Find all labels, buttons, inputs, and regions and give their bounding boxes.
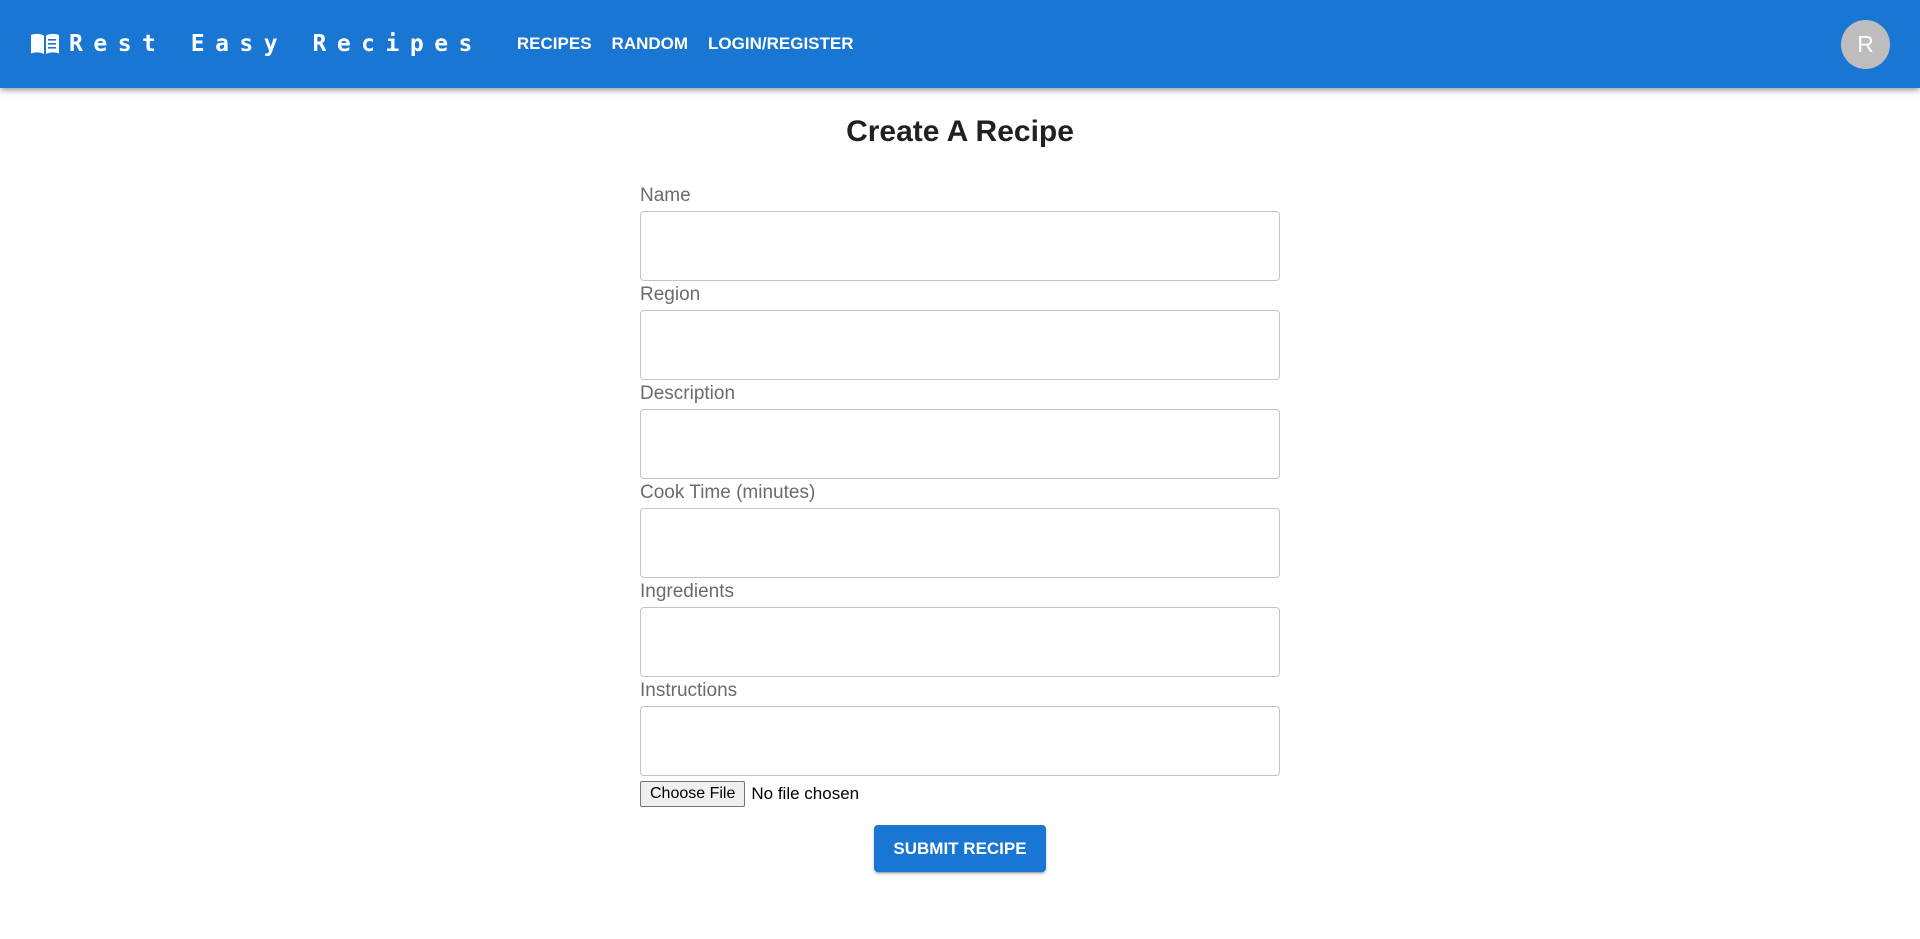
brand-link[interactable]: Rest Easy Recipes — [30, 31, 483, 57]
name-field-group: Name — [640, 184, 1280, 283]
choose-file-button[interactable]: Choose File — [640, 781, 746, 807]
region-label: Region — [640, 284, 701, 305]
region-field-group: Region — [640, 283, 1280, 382]
ingredients-field-group: Ingredients — [640, 580, 1280, 679]
main-nav: RECIPES RANDOM LOGIN/REGISTER — [507, 26, 864, 62]
avatar[interactable]: R — [1841, 20, 1890, 69]
brand-title: Rest Easy Recipes — [69, 31, 483, 57]
name-input[interactable] — [640, 211, 1280, 281]
file-status-text: No file chosen — [751, 784, 860, 803]
nav-random[interactable]: RANDOM — [602, 26, 699, 62]
nav-recipes[interactable]: RECIPES — [507, 26, 602, 62]
ingredients-label: Ingredients — [640, 581, 735, 602]
cook-time-label: Cook Time (minutes) — [640, 482, 816, 503]
page-title: Create A Recipe — [846, 115, 1074, 148]
description-input[interactable] — [640, 409, 1280, 479]
name-label: Name — [640, 185, 691, 206]
instructions-field-group: Instructions — [640, 679, 1280, 776]
description-field-group: Description — [640, 382, 1280, 481]
instructions-input[interactable] — [640, 706, 1280, 776]
ingredients-input[interactable] — [640, 607, 1280, 677]
instructions-label: Instructions — [640, 680, 738, 701]
cook-time-field-group: Cook Time (minutes) — [640, 481, 1280, 580]
submit-recipe-button[interactable]: SUBMIT RECIPE — [874, 825, 1046, 872]
file-upload: Choose File No file chosen — [640, 781, 1280, 807]
create-recipe-form: Name Region Description Cook Time (minut… — [640, 184, 1280, 807]
description-label: Description — [640, 383, 736, 404]
cook-time-input[interactable] — [640, 508, 1280, 578]
open-book-icon — [30, 32, 60, 56]
nav-login-register[interactable]: LOGIN/REGISTER — [698, 26, 863, 62]
region-input[interactable] — [640, 310, 1280, 380]
app-bar: Rest Easy Recipes RECIPES RANDOM LOGIN/R… — [0, 0, 1920, 88]
